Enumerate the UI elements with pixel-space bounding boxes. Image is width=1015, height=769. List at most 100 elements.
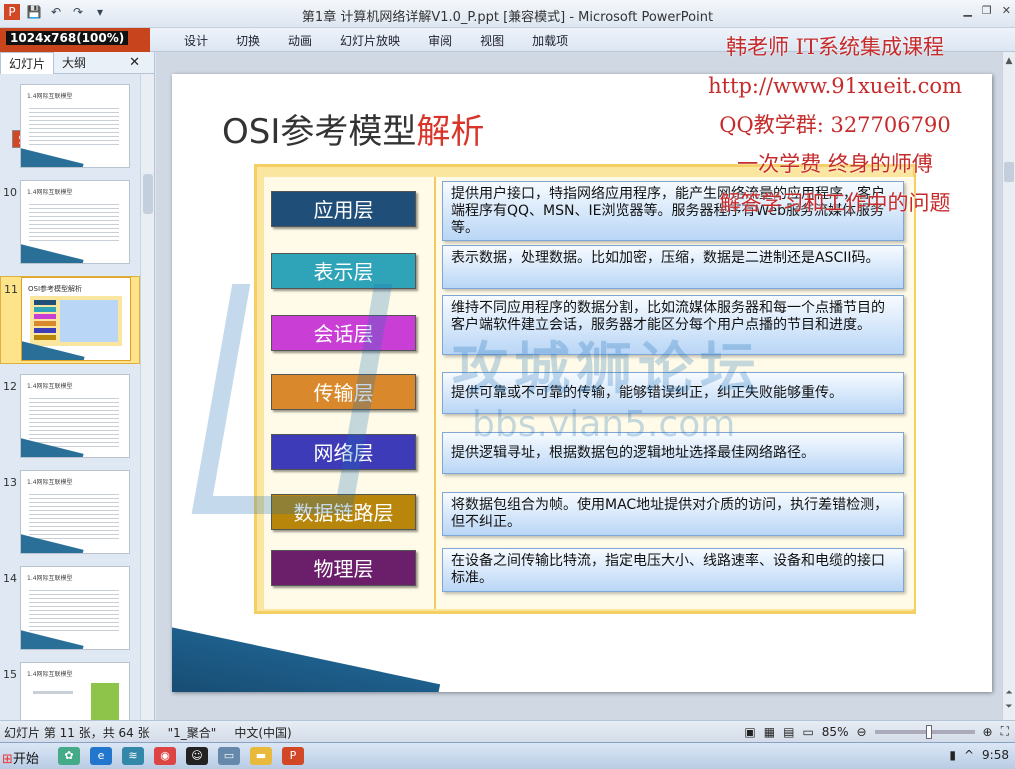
scroll-up-icon[interactable]: ▲ xyxy=(1003,56,1015,66)
start-label: 开始 xyxy=(12,752,39,767)
sorter-view-icon[interactable]: ▦ xyxy=(764,725,775,739)
promo-line: 一次学费 终身的师傅 xyxy=(737,152,933,176)
tab-review[interactable]: 审阅 xyxy=(414,32,466,49)
window-icon[interactable]: ▭ xyxy=(218,747,240,765)
title-bar: P 💾 ↶ ↷ ▾ 第1章 计算机网络详解V1.0_P.ppt [兼容模式] -… xyxy=(0,0,1015,28)
normal-view-icon[interactable]: ▣ xyxy=(744,725,755,739)
thumbnail-number: 14 xyxy=(3,572,17,585)
thumbnail[interactable]: 13 1.4网际互联模型 xyxy=(0,470,140,558)
layer-datalink[interactable]: 数据链路层 xyxy=(271,494,416,530)
powerpoint-task-icon[interactable]: P xyxy=(282,747,304,765)
language[interactable]: 中文(中国) xyxy=(234,724,291,741)
taskbar-apps: ✿ e ≋ ◉ ☺ ▭ ▬ P xyxy=(58,747,304,765)
windows-logo-icon: ⊞ xyxy=(2,752,13,767)
slide-title-accent: 解析 xyxy=(416,112,485,152)
zoom-level[interactable]: 85% xyxy=(822,725,849,739)
slideshow-view-icon[interactable]: ▭ xyxy=(802,725,813,739)
layer-desc[interactable]: 提供逻辑寻址，根据数据包的逻辑地址选择最佳网络路径。 xyxy=(442,432,904,474)
layer-network[interactable]: 网络层 xyxy=(271,434,416,470)
tab-outline[interactable]: 大纲 xyxy=(54,52,94,73)
start-button[interactable]: ⊞开始 xyxy=(0,745,44,767)
thumbnail[interactable]: 10 1.4网际互联模型 xyxy=(0,180,140,268)
thumbnail-selected[interactable]: 11 OSI参考模型解析 xyxy=(0,276,140,364)
prev-slide-icon[interactable]: ⏶ xyxy=(1003,688,1015,698)
zoom-slider-handle[interactable] xyxy=(926,724,933,739)
slide-title[interactable]: OSI参考模型解析 xyxy=(222,104,484,153)
fit-window-icon[interactable]: ⛶ xyxy=(1001,724,1009,739)
pane-tabs: 幻灯片 大纲 ✕ xyxy=(0,51,154,74)
thumbnail-card: 1.4网际互联模型 xyxy=(20,180,130,264)
thumbnail[interactable]: 1.4网际互联模型 xyxy=(0,84,140,172)
column-divider xyxy=(434,177,436,609)
taskbar: ⊞开始 ✿ e ≋ ◉ ☺ ▭ ▬ P ▮ ^ 9:58 xyxy=(0,742,1015,769)
folder-icon[interactable]: ▬ xyxy=(250,747,272,765)
osi-table-frame: 应用层 提供用户接口，特指网络应用程序，能产生网络流量的应用程序，客户端程序有Q… xyxy=(254,164,916,614)
app-icon[interactable]: ✿ xyxy=(58,747,80,765)
chrome-icon[interactable]: ◉ xyxy=(154,747,176,765)
thumbnail[interactable]: 14 1.4网际互联模型 xyxy=(0,566,140,654)
resolution-badge: 1024x768(100%) xyxy=(6,31,129,45)
thumbnail-title: OSI参考模型解析 xyxy=(28,285,83,293)
tab-animations[interactable]: 动画 xyxy=(274,32,326,49)
promo-line: QQ教学群: 327706790 xyxy=(719,113,951,137)
layer-application[interactable]: 应用层 xyxy=(271,191,416,227)
clock[interactable]: 9:58 xyxy=(982,748,1009,762)
layer-desc[interactable]: 维持不同应用程序的数据分割，比如流媒体服务器和每一个点播节目的客户端软件建立会话… xyxy=(442,295,904,355)
battery-icon[interactable]: ▮ xyxy=(949,748,956,762)
tab-view[interactable]: 视图 xyxy=(466,32,518,49)
reading-view-icon[interactable]: ▤ xyxy=(783,725,794,739)
slide-count: 幻灯片 第 11 张，共 64 张 xyxy=(4,726,150,740)
layer-desc[interactable]: 将数据包组合为帧。使用MAC地址提供对介质的访问，执行差错检测，但不纠正。 xyxy=(442,492,904,536)
window-title: 第1章 计算机网络详解V1.0_P.ppt [兼容模式] - Microsoft… xyxy=(301,10,714,25)
slide-scrollbar[interactable]: ▲ ⏶ ⏷ xyxy=(1002,52,1015,720)
next-slide-icon[interactable]: ⏷ xyxy=(1003,702,1015,712)
close-pane-icon[interactable]: ✕ xyxy=(121,53,148,72)
thumbnail-title: 1.4网际互联模型 xyxy=(27,189,73,196)
promo-line: 韩老师 IT系统集成课程 xyxy=(726,35,944,59)
file-button[interactable]: 1024x768(100%) xyxy=(0,28,150,52)
ie-icon[interactable]: e xyxy=(90,747,112,765)
thumbnail-card: 1.4网际互联模型 xyxy=(20,374,130,458)
layer-desc[interactable]: 表示数据，处理数据。比如加密，压缩，数据是二进制还是ASCII码。 xyxy=(442,245,904,289)
thumbnail-card: 1.4网际互联模型 xyxy=(20,84,130,168)
status-bar: 幻灯片 第 11 张，共 64 张 "1_聚合" 中文(中国) ▣ ▦ ▤ ▭ … xyxy=(0,720,1015,742)
layer-session[interactable]: 会话层 xyxy=(271,315,416,351)
thumbnail-number: 11 xyxy=(4,283,18,296)
tab-transitions[interactable]: 切换 xyxy=(222,32,274,49)
scrollbar-thumb[interactable] xyxy=(1004,162,1014,182)
thumbnail[interactable]: 12 1.4网际互联模型 xyxy=(0,374,140,462)
layer-desc[interactable]: 在设备之间传输比特流，指定电压大小、线路速率、设备和电缆的接口标准。 xyxy=(442,548,904,592)
scrollbar-thumb[interactable] xyxy=(143,174,153,214)
zoom-in-icon[interactable]: ⊕ xyxy=(983,725,993,739)
theme-name: "1_聚合" xyxy=(167,726,217,740)
thumbnail-card: 1.4网际互联模型 xyxy=(20,566,130,650)
zoom-slider[interactable] xyxy=(874,724,975,739)
restore-icon[interactable]: ❐ xyxy=(982,4,992,17)
slide-title-main: OSI参考模型 xyxy=(222,112,417,152)
thumbnail-number: 12 xyxy=(3,380,17,393)
minimize-icon[interactable]: ▁ xyxy=(963,4,971,17)
qq-icon[interactable]: ☺ xyxy=(186,747,208,765)
decorative-wedge xyxy=(172,622,441,692)
close-window-icon[interactable]: ✕ xyxy=(1002,4,1011,17)
thumbnail-scrollbar[interactable] xyxy=(140,74,154,720)
tray-expand-icon[interactable]: ^ xyxy=(964,748,974,762)
layer-presentation[interactable]: 表示层 xyxy=(271,253,416,289)
thumbnail-number: 15 xyxy=(3,668,17,681)
zoom-out-icon[interactable]: ⊖ xyxy=(856,725,866,739)
promo-line: 解答学习和工作中的问题 xyxy=(719,191,951,215)
slides-pane: 幻灯片 大纲 ✕ S 1.4网际互联模型 10 1.4网际互联模型 11 OSI… xyxy=(0,51,155,746)
thumbnail-title: 1.4网际互联模型 xyxy=(27,671,73,678)
tab-slideshow[interactable]: 幻灯片放映 xyxy=(326,32,414,49)
tab-design[interactable]: 设计 xyxy=(170,32,222,49)
tab-addins[interactable]: 加载项 xyxy=(518,32,582,49)
network-icon[interactable]: ≋ xyxy=(122,747,144,765)
thumbnail-number: 13 xyxy=(3,476,17,489)
promo-line: http://www.91xueit.com xyxy=(708,74,962,98)
layer-desc[interactable]: 提供可靠或不可靠的传输，能够错误纠正，纠正失败能够重传。 xyxy=(442,372,904,414)
thumbnail-card: 1.4网际互联模型 xyxy=(20,470,130,554)
layer-physical[interactable]: 物理层 xyxy=(271,550,416,586)
layer-transport[interactable]: 传输层 xyxy=(271,374,416,410)
thumbnail-title: 1.4网际互联模型 xyxy=(27,575,73,582)
tab-slides[interactable]: 幻灯片 xyxy=(0,51,55,74)
